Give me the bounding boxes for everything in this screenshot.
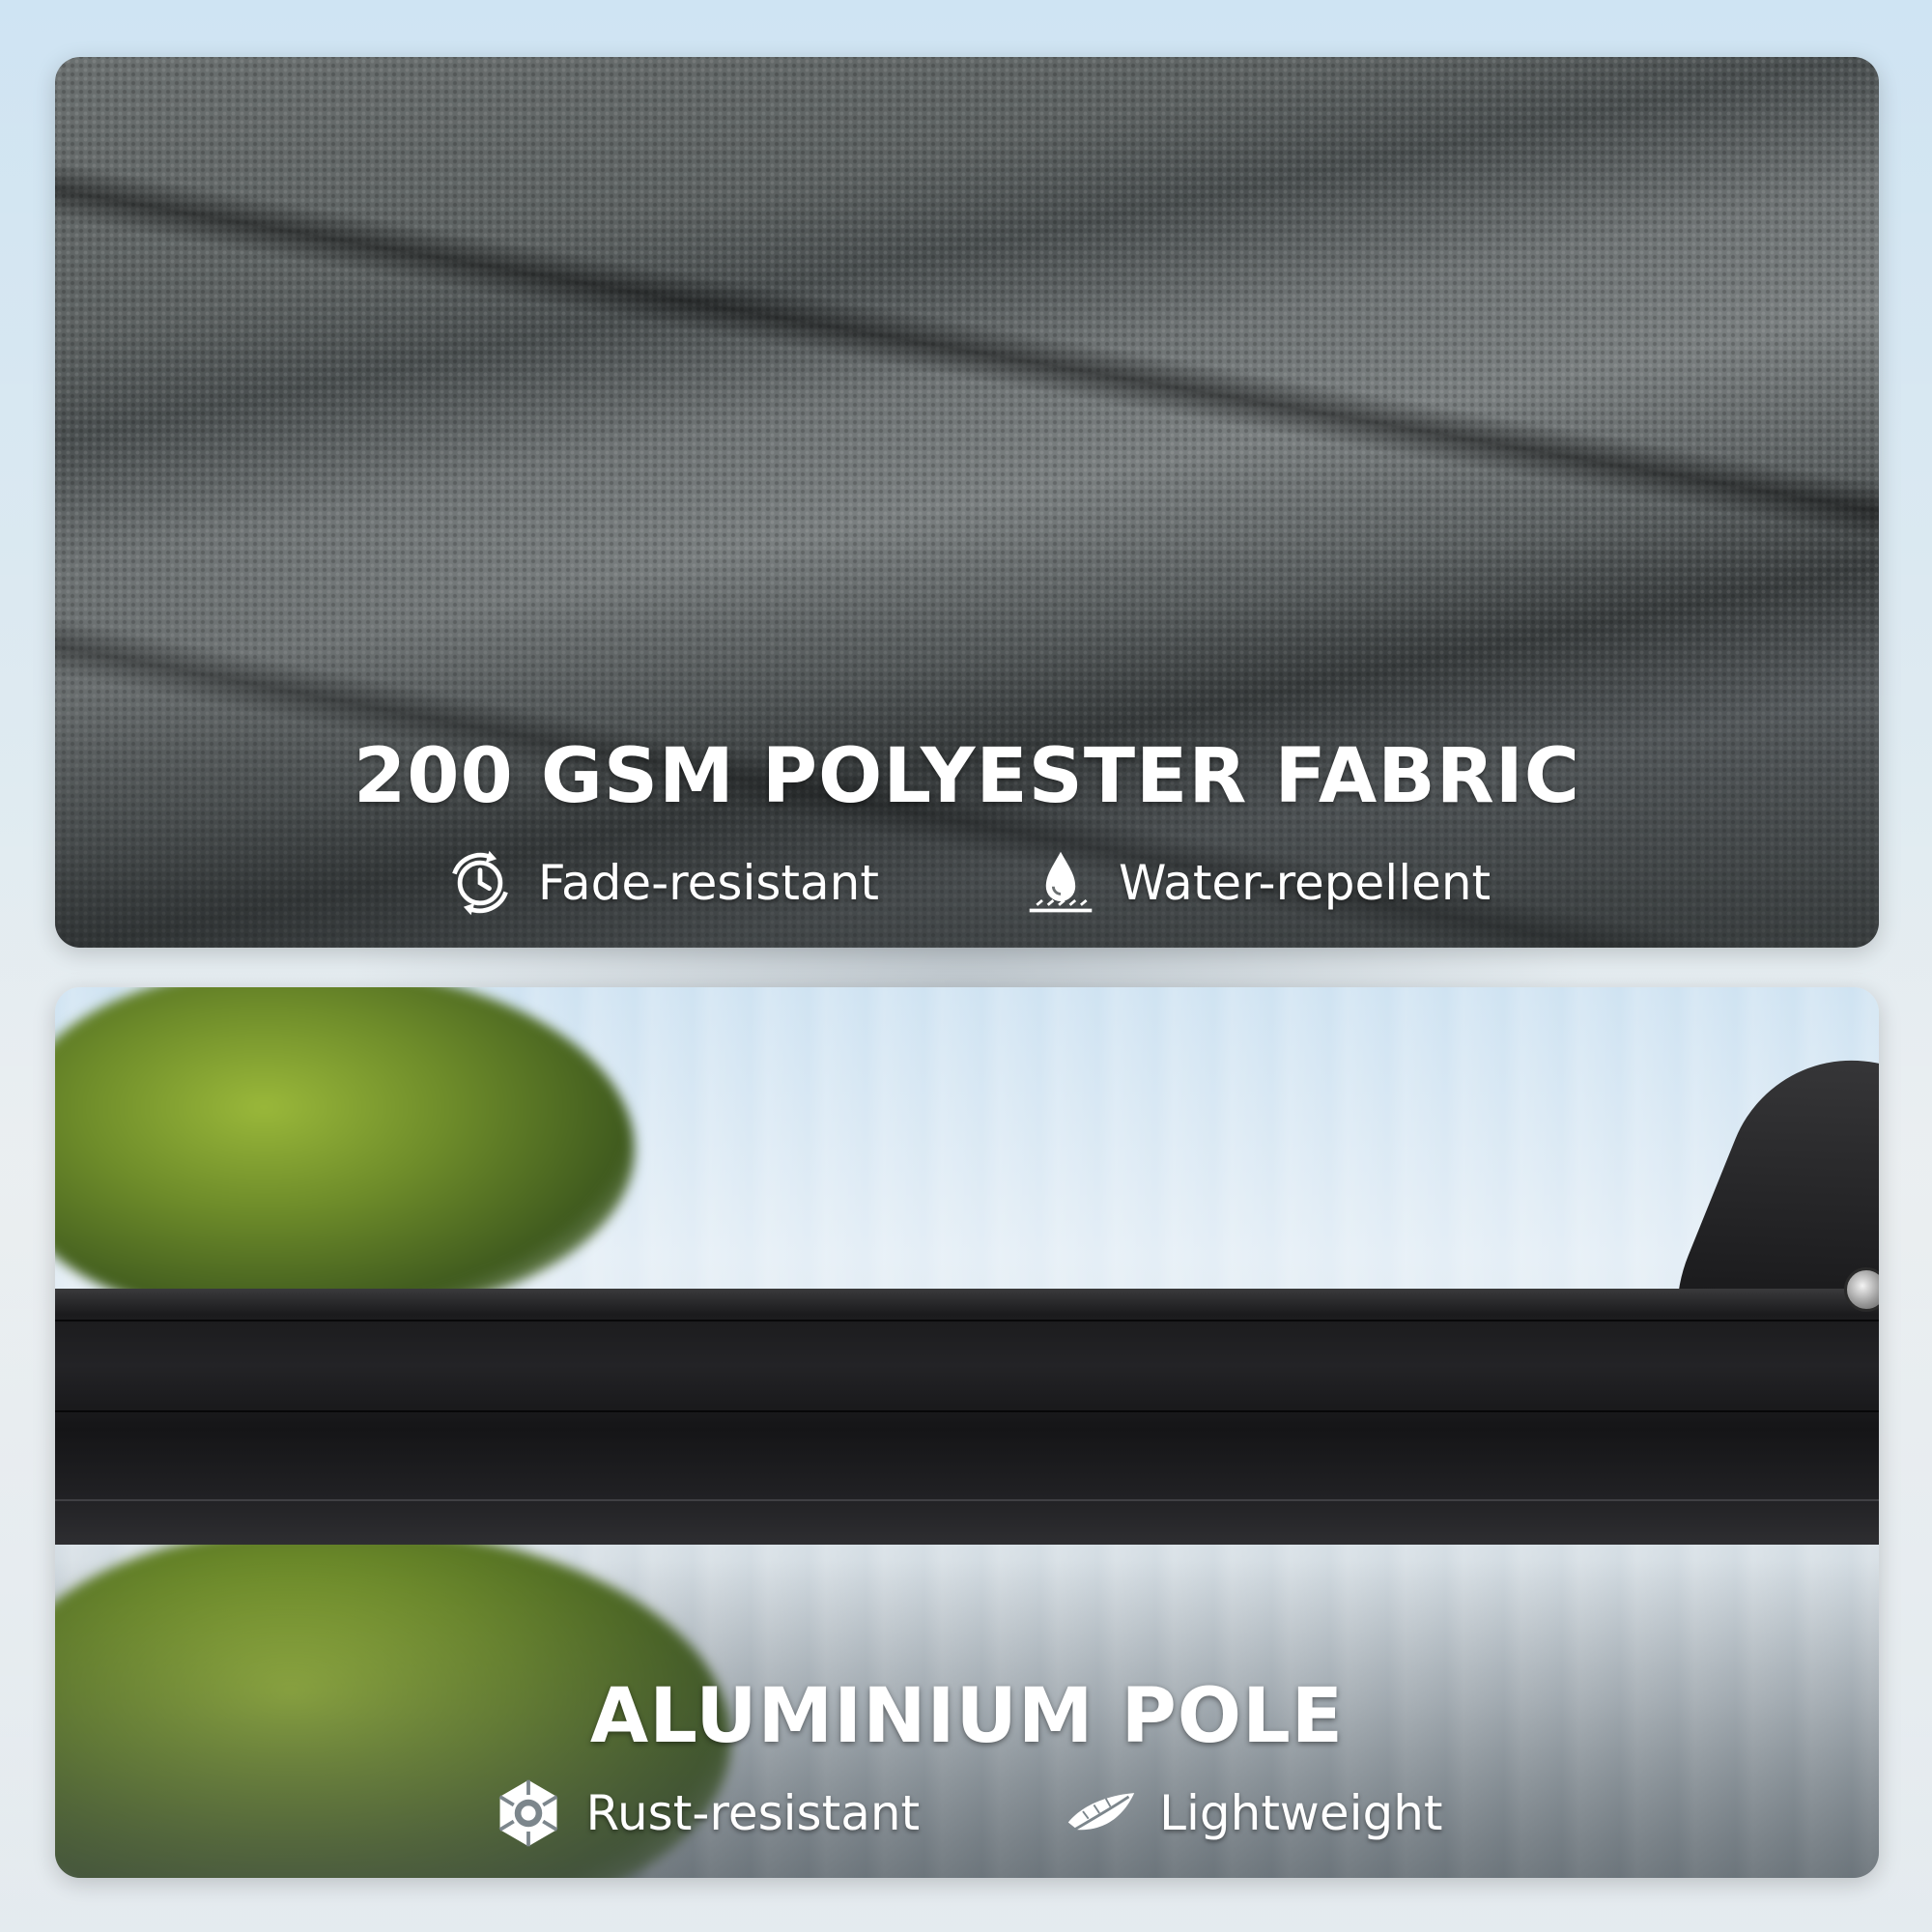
fade-resistant-icon (451, 850, 508, 916)
rust-resistant-icon (498, 1779, 557, 1847)
tree-foliage (55, 987, 635, 1316)
feather-icon (1067, 1793, 1135, 1835)
feature-fade-resistant: Fade-resistant (443, 846, 879, 920)
water-drop-icon (1029, 851, 1093, 913)
pole-groove (55, 1410, 1879, 1412)
feature-label: Lightweight (1159, 1785, 1443, 1841)
feature-water-repellent: Water-repellent (1024, 846, 1491, 920)
feature-label: Water-repellent (1118, 855, 1492, 911)
feature-label: Fade-resistant (537, 855, 879, 911)
feature-lightweight: Lightweight (1065, 1776, 1443, 1850)
pole-groove (55, 1499, 1879, 1501)
pole-features: Rust-resistant Lightweight (55, 1770, 1879, 1857)
pole-heading: ALUMINIUM POLE (589, 1673, 1345, 1760)
feature-rust-resistant: Rust-resistant (492, 1776, 921, 1850)
fabric-features: Fade-resistant Water-repellent (55, 839, 1879, 926)
pole-panel: ALUMINIUM POLE Rust-resistant Lightweigh… (55, 987, 1879, 1878)
feature-label: Rust-resistant (585, 1785, 921, 1841)
fabric-heading: 200 GSM POLYESTER FABRIC (353, 733, 1581, 820)
aluminium-pole-image (55, 1289, 1879, 1545)
pole-groove (55, 1320, 1879, 1321)
fabric-panel: 200 GSM POLYESTER FABRIC Fade-resistant … (55, 57, 1879, 948)
